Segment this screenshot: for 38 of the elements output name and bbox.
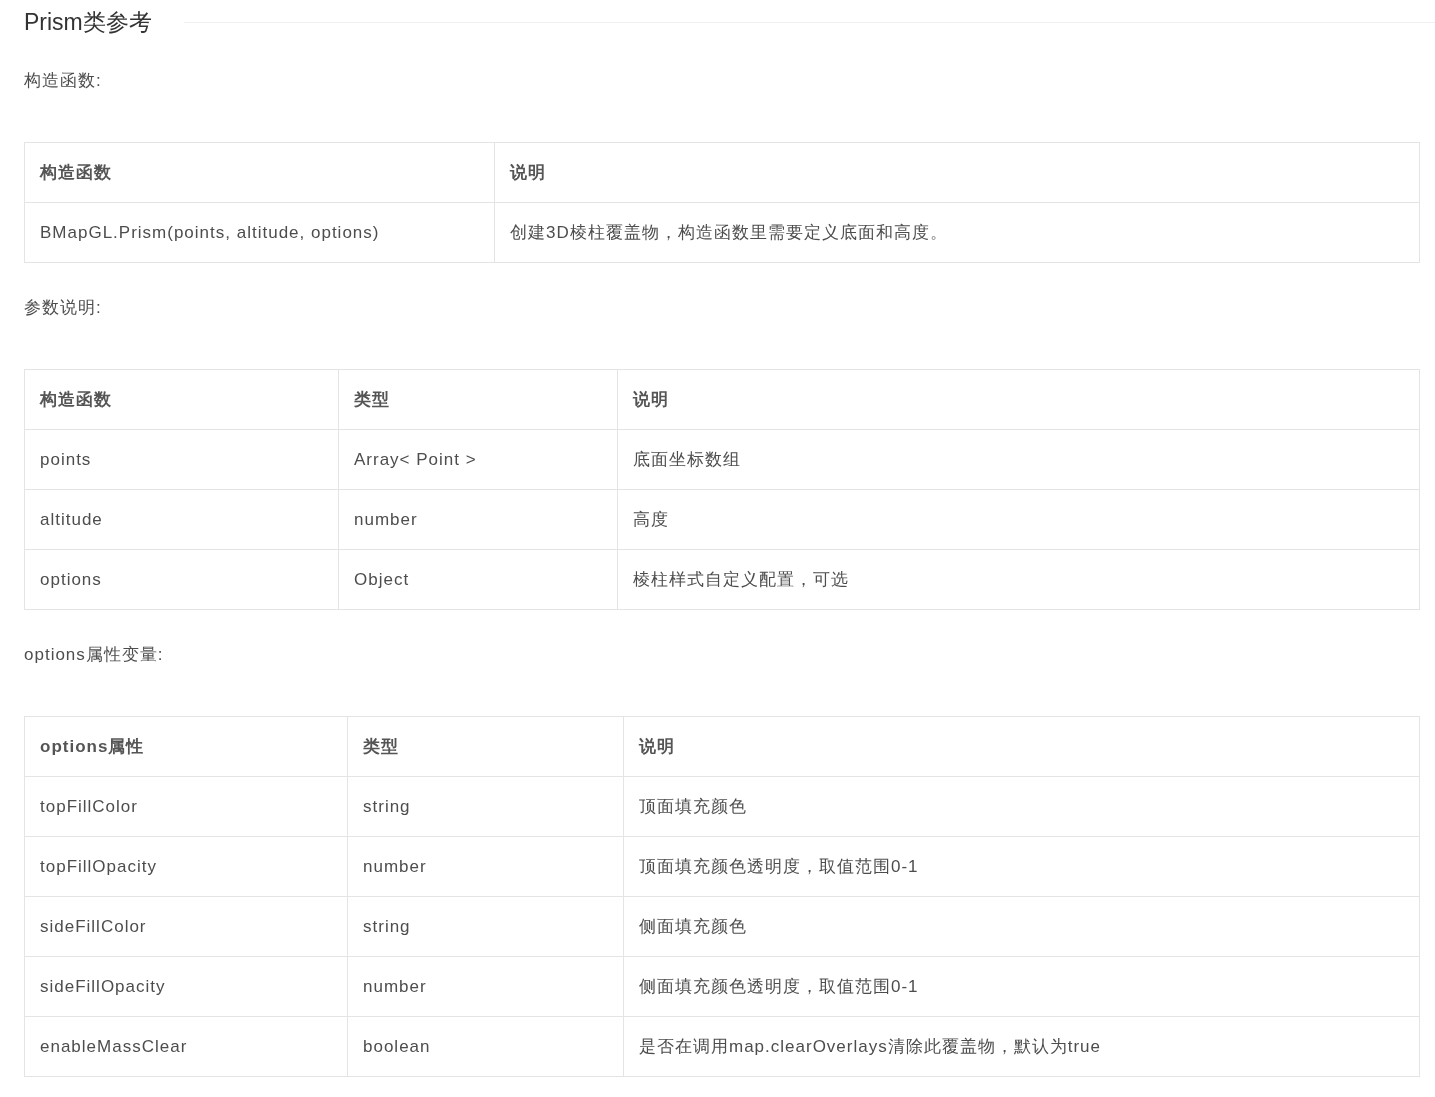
table-cell: options [24, 549, 339, 610]
table-cell: 是否在调用map.clearOverlays清除此覆盖物，默认为true [623, 1016, 1420, 1077]
table-cell: BMapGL.Prism(points, altitude, options) [24, 202, 495, 263]
table-cell: string [347, 896, 624, 957]
table-cell: 顶面填充颜色透明度，取值范围0-1 [623, 836, 1420, 897]
table-cell: altitude [24, 489, 339, 550]
column-header: 类型 [347, 716, 624, 777]
table-cell: 侧面填充颜色透明度，取值范围0-1 [623, 956, 1420, 1017]
column-header: 构造函数 [24, 369, 339, 430]
table-cell: enableMassClear [24, 1016, 348, 1077]
table-cell: Object [338, 549, 618, 610]
section-label: 参数说明: [24, 297, 103, 319]
table-cell: Array< Point > [338, 429, 618, 490]
table-cell: number [338, 489, 618, 550]
table-cell: sideFillColor [24, 896, 348, 957]
column-header: options属性 [24, 716, 348, 777]
table-cell: string [347, 776, 624, 837]
page-title: Prism类参考 [24, 7, 152, 37]
column-header: 类型 [338, 369, 618, 430]
table-cell: boolean [347, 1016, 624, 1077]
table-cell: number [347, 836, 624, 897]
table-cell: 棱柱样式自定义配置，可选 [617, 549, 1420, 610]
table-cell: number [347, 956, 624, 1017]
table-cell: 底面坐标数组 [617, 429, 1420, 490]
table-cell: 顶面填充颜色 [623, 776, 1420, 837]
table-cell: sideFillOpacity [24, 956, 348, 1017]
table-cell: points [24, 429, 339, 490]
table-cell: 高度 [617, 489, 1420, 550]
table-cell: topFillColor [24, 776, 348, 837]
section-label: options属性变量: [24, 644, 165, 666]
column-header: 构造函数 [24, 142, 495, 203]
column-header: 说明 [494, 142, 1420, 203]
section-label: 构造函数: [24, 70, 103, 92]
table-cell: 创建3D棱柱覆盖物，构造函数里需要定义底面和高度。 [494, 202, 1420, 263]
column-header: 说明 [617, 369, 1420, 430]
table-cell: 侧面填充颜色 [623, 896, 1420, 957]
table-cell: topFillOpacity [24, 836, 348, 897]
column-header: 说明 [623, 716, 1420, 777]
